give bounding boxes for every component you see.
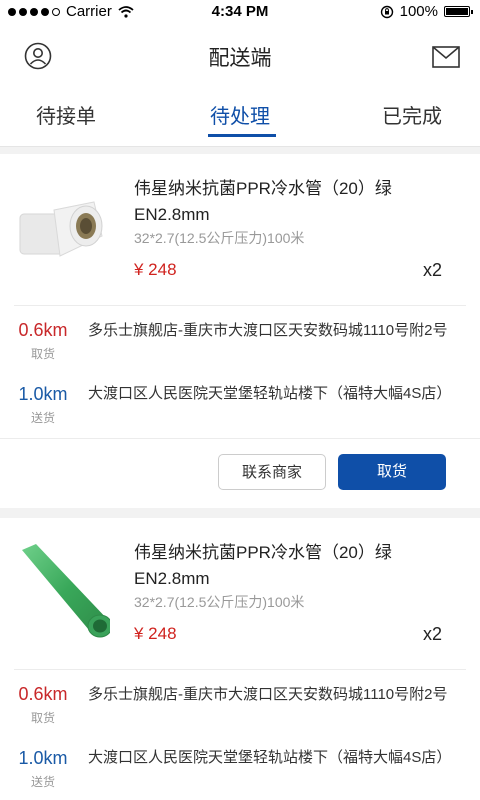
active-tab-indicator — [208, 134, 276, 137]
battery-percent: 100% — [399, 3, 438, 20]
pickup-button[interactable]: 取货 — [338, 454, 446, 490]
contact-merchant-button[interactable]: 联系商家 — [218, 454, 326, 490]
pickup-label: 取货 — [30, 347, 55, 361]
delivery-address: 大渡口区人民医院天堂堡轻轨站楼下（福特大幅4S店） — [88, 385, 452, 402]
nav-bar: 配送端 — [0, 24, 480, 90]
product-spec: 32*2.7(12.5公斤压力)100米 — [134, 230, 305, 246]
delivery-distance: 1.0km 送货 — [12, 748, 74, 790]
pickup-address: 多乐士旗舰店-重庆市大渡口区天安数码城1110号附2号 — [88, 686, 448, 703]
pickup-distance: 0.6km 取货 — [12, 684, 74, 726]
order-card: 伟星纳米抗菌PPR冷水管（20）绿EN2.8mm 32*2.7(12.5公斤压力… — [0, 154, 480, 508]
delivery-label: 送货 — [30, 411, 55, 425]
battery-icon — [444, 6, 473, 17]
delivery-address: 大渡口区人民医院天堂堡轻轨站楼下（福特大幅4S店） — [88, 749, 452, 766]
delivery-km: 1.0km — [18, 384, 68, 404]
delivery-distance: 1.0km 送货 — [12, 384, 74, 426]
pickup-km: 0.6km — [18, 320, 68, 340]
product-image — [14, 544, 110, 640]
order-card: 伟星纳米抗菌PPR冷水管（20）绿EN2.8mm 32*2.7(12.5公斤压力… — [0, 518, 480, 800]
status-bar: Carrier 4:34 PM 100% — [0, 0, 480, 24]
status-right: 100% — [380, 3, 473, 20]
pickup-distance: 0.6km 取货 — [12, 320, 74, 362]
product-spec: 32*2.7(12.5公斤压力)100米 — [134, 594, 305, 610]
product-name: 伟星纳米抗菌PPR冷水管（20）绿EN2.8mm — [134, 179, 392, 224]
tab-completed[interactable]: 已完成 — [382, 100, 442, 129]
delivery-km: 1.0km — [18, 748, 68, 768]
product-price: ¥ 248 — [134, 260, 177, 279]
divider — [14, 669, 466, 670]
product-qty: x2 — [422, 624, 442, 644]
product-name: 伟星纳米抗菌PPR冷水管（20）绿EN2.8mm — [134, 543, 392, 588]
tab-pending-process[interactable]: 待处理 — [210, 100, 270, 129]
product-price: ¥ 248 — [134, 624, 177, 643]
product-qty: x2 — [422, 260, 442, 280]
pickup-label: 取货 — [30, 711, 55, 725]
mail-icon[interactable] — [432, 45, 460, 69]
product-image — [14, 180, 110, 276]
delivery-label: 送货 — [30, 775, 55, 789]
divider — [0, 438, 480, 439]
page-title: 配送端 — [208, 47, 272, 70]
tab-bar: 待接单 待处理 已完成 — [0, 90, 480, 147]
pickup-address: 多乐士旗舰店-重庆市大渡口区天安数码城1110号附2号 — [88, 322, 448, 339]
pickup-km: 0.6km — [18, 684, 68, 704]
rotation-lock-icon — [380, 5, 393, 18]
divider — [14, 305, 466, 306]
tab-pending-accept[interactable]: 待接单 — [36, 100, 96, 129]
